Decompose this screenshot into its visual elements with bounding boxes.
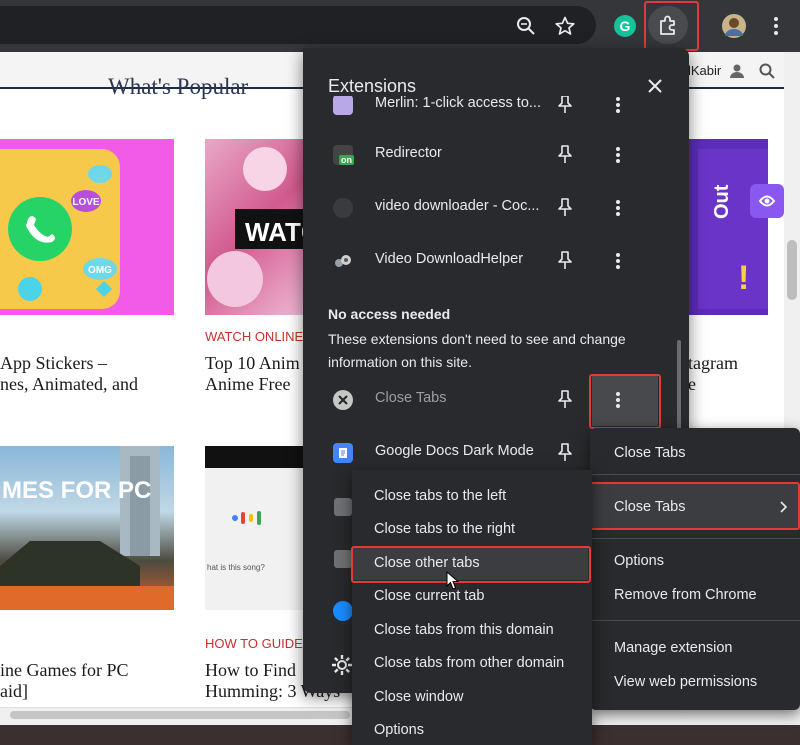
song-thumb-text: hat is this song? — [207, 563, 265, 572]
extensions-puzzle-icon[interactable] — [648, 6, 688, 44]
pin-icon[interactable] — [555, 94, 575, 114]
extension-menu-icon[interactable] — [606, 143, 630, 167]
extension-icon — [334, 498, 352, 516]
pin-icon[interactable] — [555, 389, 575, 409]
video-downloadhelper-icon — [333, 251, 353, 271]
out-thumb-text: Out — [711, 184, 733, 219]
no-access-heading: No access needed — [328, 306, 451, 322]
extension-row-redirector[interactable]: on Redirector — [303, 130, 673, 180]
site-search-icon[interactable] — [758, 62, 776, 80]
user-icon[interactable] — [728, 62, 746, 80]
page-vertical-scrollbar-thumb[interactable] — [787, 240, 797, 300]
ctx-menu-item-remove[interactable]: Remove from Chrome — [614, 587, 757, 603]
extension-context-menu — [590, 428, 800, 710]
pin-icon[interactable] — [555, 250, 575, 270]
extension-row-video-downloader[interactable]: video downloader - Coc... — [303, 183, 673, 233]
ctx-menu-item-options[interactable]: Options — [614, 553, 664, 569]
profile-avatar[interactable] — [720, 12, 748, 40]
extension-row-close-tabs[interactable]: Close Tabs — [303, 375, 673, 425]
svg-text:LOVE: LOVE — [72, 197, 100, 208]
close-tabs-icon — [333, 390, 353, 410]
extension-menu-icon[interactable] — [606, 93, 630, 117]
instagram-thumbnail[interactable]: Out ! — [688, 139, 768, 315]
submenu-item-close-window[interactable]: Close window — [374, 689, 463, 705]
on-badge: on — [339, 155, 354, 165]
extension-name: Merlin: 1-click access to... — [375, 95, 541, 111]
google-docs-icon — [333, 443, 353, 463]
mouse-cursor-icon — [446, 570, 460, 596]
popup-scrollbar[interactable] — [677, 340, 681, 430]
whatsapp-stickers-thumbnail[interactable]: LOVE OMG — [0, 139, 174, 315]
redirector-icon: on — [333, 145, 354, 165]
card-title[interactable]: e — [688, 374, 696, 395]
video-downloader-icon — [333, 198, 353, 218]
watch-thumb-text: WATCH — [245, 217, 305, 247]
card-title[interactable]: How to Find — [205, 660, 296, 681]
pin-icon[interactable] — [555, 144, 575, 164]
card-title[interactable]: ine Games for PC — [0, 660, 128, 681]
extension-name: video downloader - Coc... — [375, 198, 540, 214]
address-bar[interactable] — [0, 6, 596, 44]
svg-text:OMG: OMG — [88, 265, 112, 276]
card-title[interactable]: tagram — [688, 353, 738, 374]
extension-icon — [334, 550, 352, 568]
watch-anime-thumbnail[interactable]: WATCH — [205, 139, 305, 315]
star-icon[interactable] — [553, 14, 577, 38]
no-access-description: These extensions don't need to see and c… — [328, 331, 626, 370]
svg-text:G: G — [620, 18, 631, 34]
ctx-menu-item-close-tabs[interactable]: Close Tabs — [614, 445, 685, 461]
card-category[interactable]: WATCH ONLINE — [205, 329, 303, 344]
submenu-item-close-other[interactable]: Close other tabs — [374, 555, 480, 571]
ctx-menu-item-permissions[interactable]: View web permissions — [614, 674, 757, 690]
card-title[interactable]: aid] — [0, 681, 28, 702]
card-category[interactable]: HOW TO GUIDE — [205, 636, 303, 651]
menu-divider — [590, 474, 800, 475]
shazam-icon — [333, 601, 353, 621]
extension-menu-icon[interactable] — [606, 388, 630, 412]
song-finder-thumbnail[interactable]: hat is this song? — [205, 446, 305, 610]
card-title[interactable]: App Stickers – — [0, 353, 107, 374]
grammarly-icon[interactable]: G — [612, 13, 638, 39]
submenu-item-close-right[interactable]: Close tabs to the right — [374, 521, 515, 537]
site-author-name[interactable]: lKabir — [688, 63, 721, 78]
card-title[interactable]: Top 10 Anim — [205, 353, 300, 374]
floating-assistant-icon[interactable] — [750, 184, 784, 218]
menu-divider — [590, 620, 800, 621]
submenu-item-close-domain[interactable]: Close tabs from this domain — [374, 622, 554, 638]
svg-text:!: ! — [738, 259, 749, 297]
submenu-item-close-other-domain[interactable]: Close tabs from other domain — [374, 655, 564, 671]
menu-divider — [590, 538, 800, 539]
extension-name: Close Tabs — [375, 390, 447, 406]
submenu-item-close-left[interactable]: Close tabs to the left — [374, 488, 506, 504]
extension-row-video-downloadhelper[interactable]: Video DownloadHelper — [303, 236, 673, 286]
chevron-right-icon — [778, 500, 788, 519]
ctx-menu-item-close-tabs-submenu[interactable]: Close Tabs — [614, 499, 685, 515]
submenu-item-options[interactable]: Options — [374, 722, 424, 738]
games-for-pc-thumbnail[interactable]: MES FOR PC — [0, 446, 174, 610]
page-horizontal-scrollbar-thumb[interactable] — [10, 711, 350, 719]
extension-name: Google Docs Dark Mode — [375, 443, 534, 459]
extension-menu-icon[interactable] — [606, 249, 630, 273]
section-title: What's Popular — [108, 74, 249, 99]
card-title[interactable]: nes, Animated, and — [0, 374, 138, 395]
submenu-item-close-current[interactable]: Close current tab — [374, 588, 484, 604]
zoom-icon[interactable] — [514, 14, 538, 38]
extension-name: Redirector — [375, 145, 442, 161]
extension-name: Video DownloadHelper — [375, 251, 524, 267]
games-thumb-text: MES FOR PC — [2, 477, 151, 504]
pin-icon[interactable] — [555, 442, 575, 462]
ctx-menu-item-manage[interactable]: Manage extension — [614, 640, 733, 656]
extensions-popup-title: Extensions — [328, 76, 417, 96]
close-icon[interactable] — [643, 74, 667, 98]
extension-menu-icon[interactable] — [606, 196, 630, 220]
gear-icon[interactable] — [331, 654, 353, 676]
pin-icon[interactable] — [555, 197, 575, 217]
merlin-icon — [333, 95, 353, 115]
card-title[interactable]: Anime Free — [205, 374, 290, 395]
menu-kebab-icon[interactable] — [766, 14, 786, 38]
